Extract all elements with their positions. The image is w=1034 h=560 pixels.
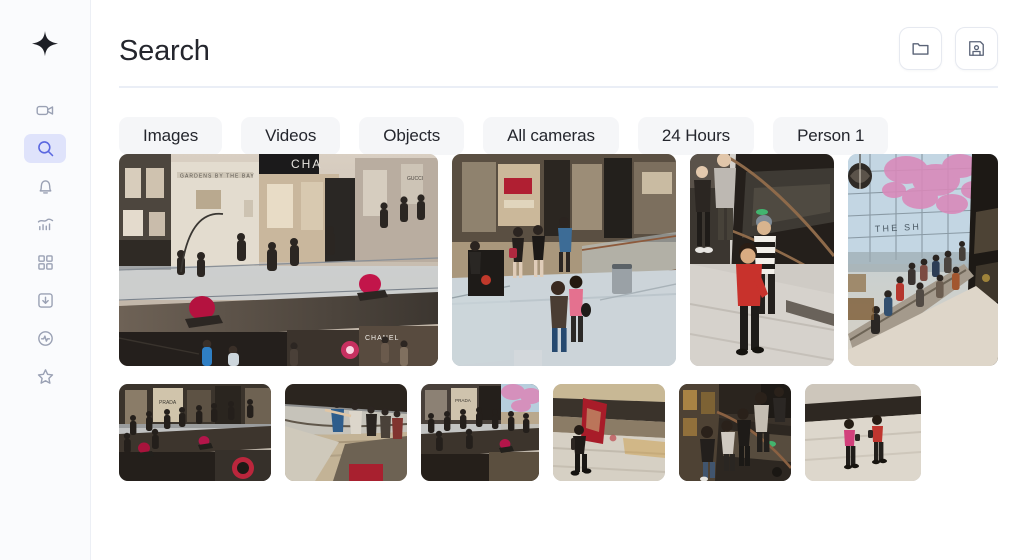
filter-chip-all-cameras[interactable]: All cameras xyxy=(483,116,619,155)
result-thumbnail-3[interactable] xyxy=(690,153,834,366)
star-icon xyxy=(37,369,53,384)
thumbnail-image: b xyxy=(452,153,676,366)
sidebar-item-activity[interactable] xyxy=(24,324,66,353)
header-actions xyxy=(899,22,998,70)
svg-text:GUCCI: GUCCI xyxy=(407,176,423,182)
page-header: Search xyxy=(119,0,1034,70)
sidebar-nav xyxy=(24,96,66,391)
bell-icon xyxy=(39,180,51,194)
page-title: Search xyxy=(119,35,210,67)
filter-chip-24-hours[interactable]: 24 Hours xyxy=(637,116,755,155)
sidebar-item-analytics[interactable] xyxy=(24,210,66,239)
filter-chip-person-1[interactable]: Person 1 xyxy=(773,116,889,155)
result-thumbnail-9[interactable] xyxy=(679,383,791,481)
svg-text:GARDENS BY THE BAY: GARDENS BY THE BAY xyxy=(180,173,255,179)
result-thumbnail-7[interactable]: PRADA xyxy=(421,383,539,481)
pulse-circle-icon xyxy=(37,331,53,346)
result-thumbnail-5[interactable]: PRADA xyxy=(119,383,271,481)
svg-text:CHA: CHA xyxy=(291,157,322,171)
thumbnail-image: PRADA xyxy=(119,383,271,481)
app-logo[interactable] xyxy=(23,22,67,66)
svg-text:PRADA: PRADA xyxy=(455,398,472,403)
thumbnail-image xyxy=(553,383,665,481)
result-thumbnail-4[interactable]: THE SH xyxy=(848,153,998,366)
chart-bars-icon xyxy=(37,218,53,231)
thumbnail-image: THE SH xyxy=(848,153,998,366)
app-root: Search Images Videos Objects All cameras… xyxy=(0,0,1034,560)
download-box-icon xyxy=(37,293,53,308)
sidebar-item-cameras[interactable] xyxy=(24,96,66,125)
thumbnail-image: PRADA xyxy=(421,383,539,481)
grid-squares-icon xyxy=(37,255,53,270)
save-disk-icon xyxy=(969,41,984,56)
main-content: Search Images Videos Objects All cameras… xyxy=(91,0,1034,560)
folder-icon xyxy=(912,43,929,55)
filter-chip-videos[interactable]: Videos xyxy=(241,116,341,155)
sidebar-item-favorites[interactable] xyxy=(24,362,66,391)
thumbnail-image xyxy=(679,383,791,481)
result-thumbnail-10[interactable] xyxy=(805,383,921,481)
result-thumbnail-1[interactable]: GARDENS BY THE BAY CHA GUCCI xyxy=(119,153,438,366)
results-row-secondary: PRADA PRADA xyxy=(119,383,1034,482)
thumbnail-image xyxy=(285,383,407,481)
search-results-grid: GARDENS BY THE BAY CHA GUCCI THE SH PRAD… xyxy=(119,130,1034,482)
save-button[interactable] xyxy=(955,27,998,70)
result-thumbnail-2[interactable]: b xyxy=(452,153,676,366)
result-thumbnail-6[interactable] xyxy=(285,383,407,481)
svg-text:PRADA: PRADA xyxy=(159,400,177,406)
sidebar-item-alerts[interactable] xyxy=(24,172,66,201)
sparkle-logo-icon xyxy=(32,31,58,57)
result-thumbnail-8[interactable] xyxy=(553,383,665,481)
video-camera-icon xyxy=(35,105,53,116)
filter-chips: Images Videos Objects All cameras 24 Hou… xyxy=(119,88,1034,155)
thumbnail-image xyxy=(690,153,834,366)
sidebar-item-grid[interactable] xyxy=(24,248,66,277)
open-folder-button[interactable] xyxy=(899,27,942,70)
thumbnail-image xyxy=(805,383,921,481)
results-row-primary: GARDENS BY THE BAY CHA GUCCI THE SH xyxy=(119,153,1034,366)
sidebar-item-downloads[interactable] xyxy=(24,286,66,315)
search-icon xyxy=(37,141,53,157)
filter-chip-objects[interactable]: Objects xyxy=(359,116,465,155)
sidebar-item-search[interactable] xyxy=(24,134,66,163)
sidebar xyxy=(0,0,91,560)
thumbnail-image: GARDENS BY THE BAY CHA GUCCI xyxy=(119,153,438,366)
filter-chip-images[interactable]: Images xyxy=(119,116,223,155)
